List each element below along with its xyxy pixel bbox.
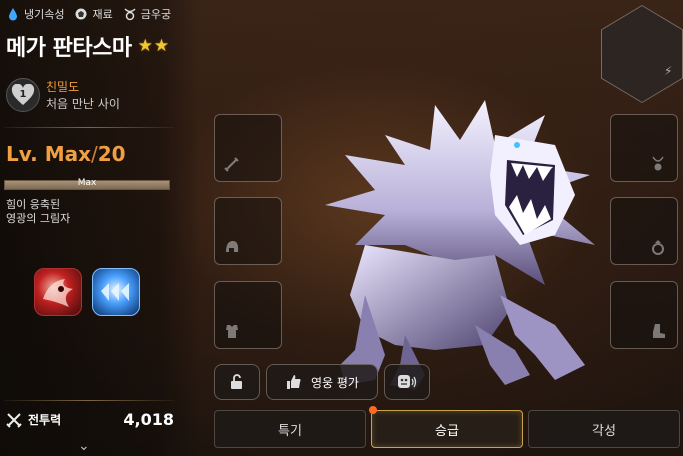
- boots-icon: [653, 324, 665, 338]
- tab-promotion-label: 승급: [435, 423, 459, 439]
- artifact-slot[interactable]: [602, 6, 682, 102]
- hero-stars: ★ ★: [138, 36, 170, 56]
- zodiac-tag-label: 금우궁: [140, 8, 172, 21]
- star-icon: ★: [137, 36, 153, 56]
- hero-level: Lv. Max/20: [6, 142, 126, 166]
- affinity-level: 1: [19, 89, 27, 100]
- tab-awakening[interactable]: 각성: [528, 410, 680, 448]
- sword-icon: [224, 157, 239, 172]
- level-cap: 20: [97, 142, 126, 166]
- tab-promotion[interactable]: 승급: [371, 410, 523, 448]
- affinity-heart-icon: 1: [6, 78, 40, 112]
- hero-review-button[interactable]: 영웅 평가: [266, 364, 378, 400]
- necklace-slot[interactable]: [610, 114, 678, 182]
- thumbs-up-icon: [287, 375, 301, 389]
- tab-awakening-label: 각성: [592, 423, 616, 439]
- description-line-2: 영광의 그림자: [6, 212, 71, 225]
- water-drop-icon: [9, 8, 17, 21]
- type-tag: 재료: [74, 6, 113, 22]
- chevron-down-icon[interactable]: ⌄: [78, 438, 90, 454]
- crossed-swords-icon: [6, 412, 22, 428]
- hero-description: 힘이 응축된 영광의 그림자: [6, 198, 70, 226]
- ring-icon: [652, 240, 664, 255]
- level-separator: /: [91, 142, 98, 166]
- helmet-icon: [226, 241, 239, 252]
- boots-slot[interactable]: [610, 281, 678, 349]
- hero-title-row: 메가 판타스마 ★ ★: [6, 30, 169, 62]
- material-icon: [75, 8, 87, 20]
- combat-power-value: 4,018: [123, 410, 174, 429]
- voice-button[interactable]: [384, 364, 430, 400]
- tab-specialty[interactable]: 특기: [214, 410, 366, 448]
- level-progress-bar: Max: [4, 178, 170, 190]
- left-panel-shade: [0, 0, 200, 456]
- necklace-icon: [652, 156, 664, 171]
- hero-artwork: [325, 100, 595, 390]
- notification-dot: [369, 406, 377, 414]
- element-tag: 냉기속성: [6, 6, 64, 22]
- hero-name: 메가 판타스마: [6, 36, 132, 61]
- divider: [4, 127, 174, 128]
- type-tag-label: 재료: [92, 8, 113, 21]
- combat-power: 전투력 4,018: [6, 410, 174, 429]
- affinity-status: 처음 만난 사이: [46, 97, 120, 111]
- star-icon: ★: [153, 36, 170, 56]
- tab-specialty-label: 특기: [278, 423, 302, 439]
- voice-icon: [398, 375, 417, 388]
- combat-power-label: 전투력: [28, 413, 62, 427]
- weapon-slot[interactable]: [214, 114, 282, 182]
- unlock-icon: [231, 374, 242, 389]
- lightning-icon: ⚡: [664, 64, 673, 78]
- hero-tags: 냉기속성 재료 금우궁: [6, 6, 171, 22]
- taurus-icon: [124, 8, 136, 21]
- level-label: Lv. Max: [6, 142, 92, 166]
- description-line-1: 힘이 응축된: [6, 198, 61, 211]
- armor-icon: [226, 325, 238, 338]
- lock-button[interactable]: [214, 364, 260, 400]
- level-bar-label: Max: [77, 178, 97, 188]
- element-tag-label: 냉기속성: [24, 8, 65, 21]
- armor-slot[interactable]: [214, 281, 282, 349]
- affinity-text: 친밀도 처음 만난 사이: [46, 78, 120, 112]
- ring-slot[interactable]: [610, 197, 678, 265]
- hero-review-label: 영웅 평가: [311, 375, 359, 390]
- affinity-label: 친밀도: [46, 80, 80, 94]
- divider: [4, 400, 174, 401]
- zodiac-tag: 금우궁: [123, 6, 171, 22]
- helmet-slot[interactable]: [214, 197, 282, 265]
- skill-2-icon[interactable]: [92, 268, 140, 316]
- skill-1-icon[interactable]: [34, 268, 82, 316]
- affinity-section[interactable]: 1 친밀도 처음 만난 사이: [6, 78, 120, 112]
